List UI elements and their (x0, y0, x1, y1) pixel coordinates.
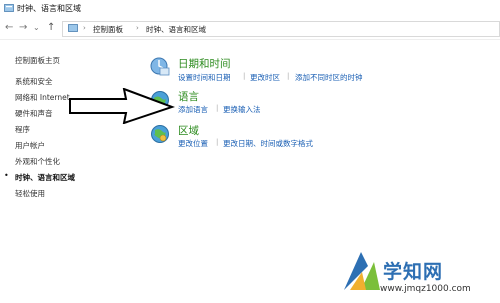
title-bar: 时钟、语言和区域 (0, 0, 500, 17)
category-title-language[interactable]: 语言 (178, 89, 199, 104)
watermark-logo-icon (344, 252, 380, 290)
breadcrumb-separator: › (136, 24, 139, 32)
forward-button[interactable]: → (19, 23, 27, 33)
annotation-arrow (69, 88, 175, 124)
category-title-date-time[interactable]: 日期和时间 (178, 56, 231, 71)
up-button[interactable]: ↑ (47, 23, 55, 33)
link-separator: | (243, 72, 246, 80)
link-add-language[interactable]: 添加语言 (178, 104, 208, 115)
control-panel-icon (68, 24, 78, 32)
category-title-region[interactable]: 区域 (178, 123, 199, 138)
sidebar-item-programs[interactable]: 程序 (15, 124, 30, 135)
watermark-url: www.jmqz1000.com (380, 284, 471, 294)
sidebar-item-control-panel-home[interactable]: 控制面板主页 (15, 55, 60, 66)
active-bullet: • (4, 171, 9, 180)
link-add-clocks[interactable]: 添加不同时区的时钟 (295, 72, 363, 83)
window-title: 时钟、语言和区域 (17, 4, 81, 13)
sidebar-item-clock-language-region[interactable]: 时钟、语言和区域 (15, 172, 75, 183)
link-change-time-zone[interactable]: 更改时区 (250, 72, 280, 83)
recent-locations-button[interactable]: ⌄ (33, 23, 40, 33)
link-separator: | (216, 138, 219, 146)
breadcrumb-separator: › (83, 24, 86, 32)
region-icon (151, 125, 169, 143)
sidebar-item-hardware-sound[interactable]: 硬件和声音 (15, 108, 53, 119)
link-change-location[interactable]: 更改位置 (178, 138, 208, 149)
link-separator: | (216, 104, 219, 112)
control-panel-icon (4, 4, 14, 12)
back-button[interactable]: ← (5, 23, 13, 33)
link-separator: | (287, 72, 290, 80)
breadcrumb-clock-language-region[interactable]: 时钟、语言和区域 (146, 24, 206, 35)
link-change-date-time-number-format[interactable]: 更改日期、时间或数字格式 (223, 138, 313, 149)
link-change-input-method[interactable]: 更换输入法 (223, 104, 261, 115)
watermark-name: 学知网 (383, 261, 444, 283)
sidebar-item-ease-of-access[interactable]: 轻松使用 (15, 188, 45, 199)
sidebar-item-appearance[interactable]: 外观和个性化 (15, 156, 60, 167)
link-set-time-date[interactable]: 设置时间和日期 (178, 72, 231, 83)
date-time-icon (150, 57, 170, 76)
sidebar-item-user-accounts[interactable]: 用户帐户 (15, 140, 45, 151)
sidebar-item-network-internet[interactable]: 网络和 Internet (15, 92, 70, 103)
breadcrumb-control-panel[interactable]: 控制面板 (93, 24, 123, 35)
address-box[interactable] (62, 21, 500, 37)
sidebar-item-system-security[interactable]: 系统和安全 (15, 76, 53, 87)
